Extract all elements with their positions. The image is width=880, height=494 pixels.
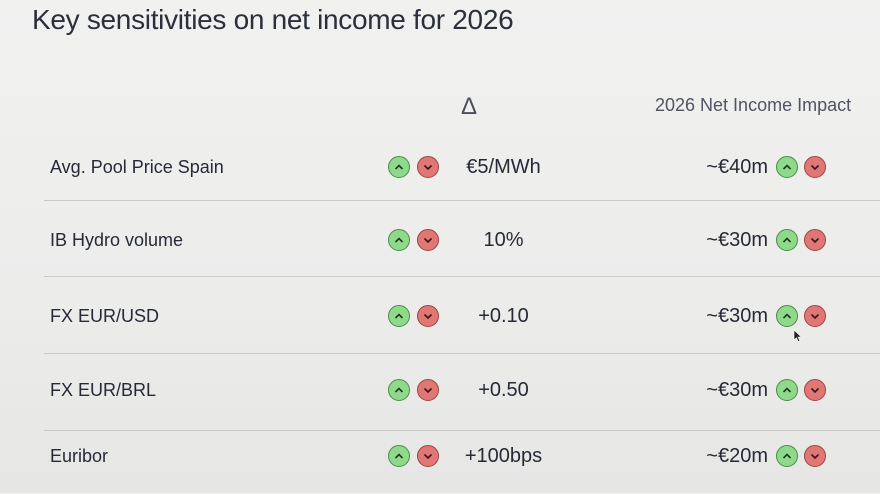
delta-arrow-group	[388, 352, 439, 428]
chevron-up-icon[interactable]	[388, 379, 410, 401]
chevron-up-icon[interactable]	[776, 156, 798, 178]
row-label: IB Hydro volume	[50, 229, 184, 250]
chevron-down-icon[interactable]	[417, 305, 439, 327]
delta-arrow-group	[388, 418, 439, 494]
delta-arrow-group	[388, 202, 439, 278]
chevron-up-icon[interactable]	[388, 156, 410, 178]
chevron-up-icon[interactable]	[776, 379, 798, 401]
sensitivity-row-fx-eur-usd: FX EUR/USD +0.10 ~€30m	[0, 278, 880, 354]
impact-arrow-group	[776, 202, 826, 278]
impact-arrow-group	[776, 352, 826, 428]
delta-arrow-group	[388, 129, 439, 205]
row-label: Avg. Pool Price Spain	[50, 156, 224, 177]
chevron-down-icon[interactable]	[804, 305, 826, 327]
chevron-down-icon[interactable]	[804, 445, 826, 467]
impact-value: ~€30m	[706, 304, 768, 327]
sensitivity-row-euribor: Euribor +100bps ~€20m	[0, 418, 880, 494]
chevron-up-icon[interactable]	[388, 229, 410, 251]
sensitivity-row-fx-eur-brl: FX EUR/BRL +0.50 ~€30m	[0, 352, 880, 428]
chevron-down-icon[interactable]	[417, 156, 439, 178]
chevron-up-icon[interactable]	[388, 305, 410, 327]
page-title: Key sensitivities on net income for 2026	[32, 4, 514, 35]
chevron-up-icon[interactable]	[776, 445, 798, 467]
chevron-up-icon[interactable]	[776, 305, 798, 327]
row-label: FX EUR/USD	[50, 305, 160, 326]
chevron-up-icon[interactable]	[388, 445, 410, 467]
chevron-down-icon[interactable]	[417, 379, 439, 401]
impact-value: ~€30m	[706, 228, 768, 251]
row-divider	[44, 200, 880, 201]
delta-value: +0.10	[478, 304, 529, 327]
delta-value: 10%	[483, 228, 524, 251]
row-divider	[44, 276, 880, 277]
chevron-down-icon[interactable]	[804, 379, 826, 401]
delta-arrow-group	[388, 278, 439, 354]
impact-value: ~€30m	[706, 378, 768, 401]
impact-arrow-group	[776, 129, 826, 205]
chevron-down-icon[interactable]	[417, 229, 439, 251]
sensitivity-row-hydro-volume: IB Hydro volume 10% ~€30m	[0, 202, 880, 278]
chevron-up-icon[interactable]	[776, 229, 798, 251]
impact-arrow-group	[776, 418, 826, 494]
row-label: FX EUR/BRL	[50, 379, 157, 400]
delta-column-header: Δ	[461, 93, 478, 120]
delta-value: €5/MWh	[466, 155, 541, 178]
chevron-down-icon[interactable]	[804, 229, 826, 251]
delta-value: +0.50	[478, 378, 529, 401]
chevron-down-icon[interactable]	[417, 445, 439, 467]
impact-column-header: 2026 Net Income Impact	[655, 95, 852, 115]
impact-value: ~€20m	[706, 444, 768, 467]
delta-value: +100bps	[464, 444, 543, 467]
chevron-down-icon[interactable]	[804, 156, 826, 178]
sensitivity-row-pool-price: Avg. Pool Price Spain €5/MWh ~€40m	[0, 129, 880, 205]
impact-value: ~€40m	[706, 155, 768, 178]
row-label: Euribor	[50, 445, 109, 466]
mouse-pointer-icon	[793, 329, 803, 342]
